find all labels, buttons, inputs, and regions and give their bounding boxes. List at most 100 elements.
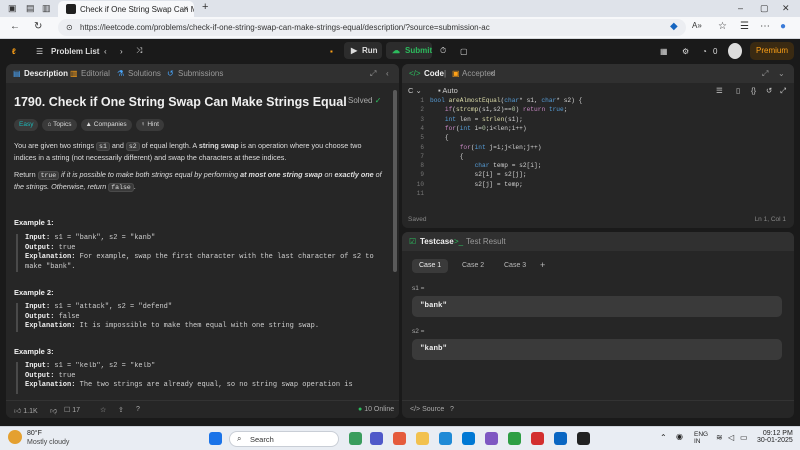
tab-description[interactable]: Description bbox=[24, 69, 68, 78]
app-icon-9[interactable] bbox=[531, 432, 544, 445]
office-app-icon[interactable] bbox=[393, 432, 406, 445]
tab-submissions[interactable]: Submissions bbox=[178, 69, 223, 78]
tab-test-result[interactable]: Test Result bbox=[466, 237, 506, 246]
code-text: s2[i] = s2[j]; bbox=[430, 171, 527, 179]
more-icon[interactable]: ⋯ bbox=[760, 21, 770, 32]
refresh-icon[interactable]: ↻ bbox=[34, 21, 42, 32]
show-hidden-icons[interactable]: ⌃ bbox=[660, 433, 667, 442]
code-line: 11 bbox=[402, 190, 794, 199]
battery-icon[interactable]: ▭ bbox=[740, 433, 748, 442]
favorite-icon[interactable]: ☆ bbox=[100, 406, 106, 414]
close-tab-icon[interactable]: × bbox=[490, 69, 495, 78]
input-s1[interactable]: "bank" bbox=[412, 296, 782, 317]
braces-icon[interactable]: {} bbox=[751, 86, 756, 95]
maximize-button[interactable]: ▢ bbox=[760, 3, 769, 14]
leetcode-logo-icon[interactable]: ℓ bbox=[12, 43, 16, 59]
edge-app-icon[interactable] bbox=[439, 432, 452, 445]
format-icon[interactable]: ☰ bbox=[716, 86, 723, 95]
line-number: 8 bbox=[420, 162, 424, 170]
example-1-heading: Example 1: bbox=[14, 218, 54, 227]
premium-button[interactable]: Premium bbox=[750, 42, 794, 60]
file-explorer-icon[interactable] bbox=[416, 432, 429, 445]
volume-icon[interactable]: ◁ bbox=[728, 433, 734, 442]
problem-list-icon[interactable]: ☰ bbox=[36, 43, 43, 59]
comments-button[interactable]: ☐ 17 bbox=[64, 406, 80, 414]
taskbar-search[interactable]: ⌕ Search bbox=[229, 431, 339, 447]
favorite-star-icon[interactable]: ☆ bbox=[718, 21, 727, 32]
tab-solutions[interactable]: Solutions bbox=[128, 69, 161, 78]
source-button[interactable]: </> Source bbox=[410, 406, 444, 413]
start-button-icon[interactable] bbox=[209, 432, 222, 445]
linkedin-app-icon[interactable] bbox=[554, 432, 567, 445]
case-tab-3[interactable]: Case 3 bbox=[497, 259, 533, 273]
problem-list-link[interactable]: Problem List bbox=[51, 43, 99, 59]
language-select[interactable]: C ⌄ bbox=[408, 86, 422, 95]
new-tab-button[interactable]: + bbox=[202, 1, 208, 13]
dislike-icon[interactable]: 👎︎ bbox=[50, 406, 57, 415]
add-case-button[interactable]: + bbox=[533, 259, 552, 273]
tray-app-icon[interactable]: ◉ bbox=[676, 432, 683, 441]
avatar[interactable] bbox=[728, 43, 742, 59]
settings-gear-icon[interactable]: ⚙ bbox=[682, 43, 689, 59]
notes-icon[interactable]: ▢ bbox=[460, 43, 468, 59]
tab-editorial[interactable]: Editorial bbox=[81, 69, 110, 78]
collapse-panel-icon[interactable]: ‹ bbox=[386, 69, 389, 78]
favorites-icon[interactable]: ☰ bbox=[740, 21, 749, 32]
shuffle-icon[interactable]: ⤨ bbox=[136, 43, 142, 59]
maximize-panel-icon[interactable]: ⤢ bbox=[762, 69, 768, 79]
workspaces-icon[interactable]: ▤ bbox=[26, 3, 35, 14]
app-icon-7[interactable] bbox=[485, 432, 498, 445]
help-icon[interactable]: ? bbox=[136, 406, 140, 413]
next-problem-icon[interactable]: › bbox=[120, 43, 123, 59]
tab-testcase[interactable]: Testcase bbox=[420, 237, 454, 246]
widgets-app-icon[interactable] bbox=[349, 432, 362, 445]
close-window-button[interactable]: ✕ bbox=[782, 3, 790, 14]
help-icon[interactable]: ? bbox=[450, 406, 454, 413]
layout-icon[interactable]: ▦ bbox=[660, 43, 668, 59]
store-app-icon[interactable] bbox=[462, 432, 475, 445]
minimize-button[interactable]: – bbox=[738, 3, 743, 13]
teams-app-icon[interactable] bbox=[370, 432, 383, 445]
copilot-icon[interactable]: ● bbox=[780, 21, 786, 32]
input-s2[interactable]: "kanb" bbox=[412, 339, 782, 360]
topics-chip[interactable]: ⌂ Topics bbox=[42, 119, 77, 131]
browser-tab[interactable]: Check if One String Swap Can Ma × bbox=[58, 1, 194, 17]
share-icon[interactable]: ⇪ bbox=[118, 406, 124, 414]
hint-chip[interactable]: ♀ Hint bbox=[135, 119, 164, 131]
site-info-icon[interactable]: ⊙ bbox=[66, 23, 73, 32]
submit-button[interactable]: ☁ Submit bbox=[386, 42, 432, 59]
leetcode-header: ℓ ☰ Problem List ‹ › ⤨ ▪ ▶ Run ☁ Submit … bbox=[0, 39, 800, 63]
url-field[interactable]: ⊙ https://leetcode.com/problems/check-if… bbox=[58, 19, 686, 36]
expand-icon[interactable]: ⌄ bbox=[778, 69, 785, 78]
back-icon[interactable]: ← bbox=[10, 21, 20, 32]
clock[interactable]: 09:12 PM 30-01-2025 bbox=[757, 430, 793, 444]
maximize-panel-icon[interactable]: ⤢ bbox=[370, 69, 376, 79]
language-indicator[interactable]: ENG IN bbox=[694, 431, 708, 445]
reset-icon[interactable]: ↺ bbox=[766, 86, 772, 95]
example-2-heading: Example 2: bbox=[14, 288, 54, 297]
tab-actions-icon[interactable]: ▥ bbox=[42, 3, 51, 14]
close-tab-icon[interactable]: × bbox=[183, 4, 188, 13]
like-button[interactable]: 👍︎ 1.1K bbox=[14, 406, 38, 415]
app-icon-8[interactable] bbox=[508, 432, 521, 445]
leetcode-app-icon[interactable] bbox=[577, 432, 590, 445]
mode-select[interactable]: ▪ Auto bbox=[438, 86, 458, 95]
fullscreen-icon[interactable]: ⤢ bbox=[780, 86, 786, 96]
prev-problem-icon[interactable]: ‹ bbox=[104, 43, 107, 59]
run-button[interactable]: ▶ Run bbox=[344, 42, 382, 59]
tab-code[interactable]: Code bbox=[424, 69, 444, 78]
case-tab-2[interactable]: Case 2 bbox=[455, 259, 491, 273]
case-tab-1[interactable]: Case 1 bbox=[412, 259, 449, 273]
extension-icon[interactable]: ◆ bbox=[670, 21, 678, 32]
description-scrollbar[interactable] bbox=[393, 90, 397, 272]
companies-chip[interactable]: ▲ Companies bbox=[80, 119, 132, 131]
read-aloud-icon[interactable]: A» bbox=[692, 21, 702, 30]
debug-icon[interactable]: ▪ bbox=[330, 43, 333, 59]
play-icon: ▶ bbox=[351, 46, 358, 55]
timer-icon[interactable]: ⏱ bbox=[440, 43, 446, 59]
wifi-icon[interactable]: ≋ bbox=[716, 433, 723, 442]
profile-icon[interactable]: ▣ bbox=[8, 3, 17, 14]
streak-icon[interactable]: ◔ bbox=[702, 43, 707, 59]
weather-icon[interactable] bbox=[8, 430, 22, 444]
bookmark-icon[interactable]: ▯ bbox=[736, 86, 740, 95]
